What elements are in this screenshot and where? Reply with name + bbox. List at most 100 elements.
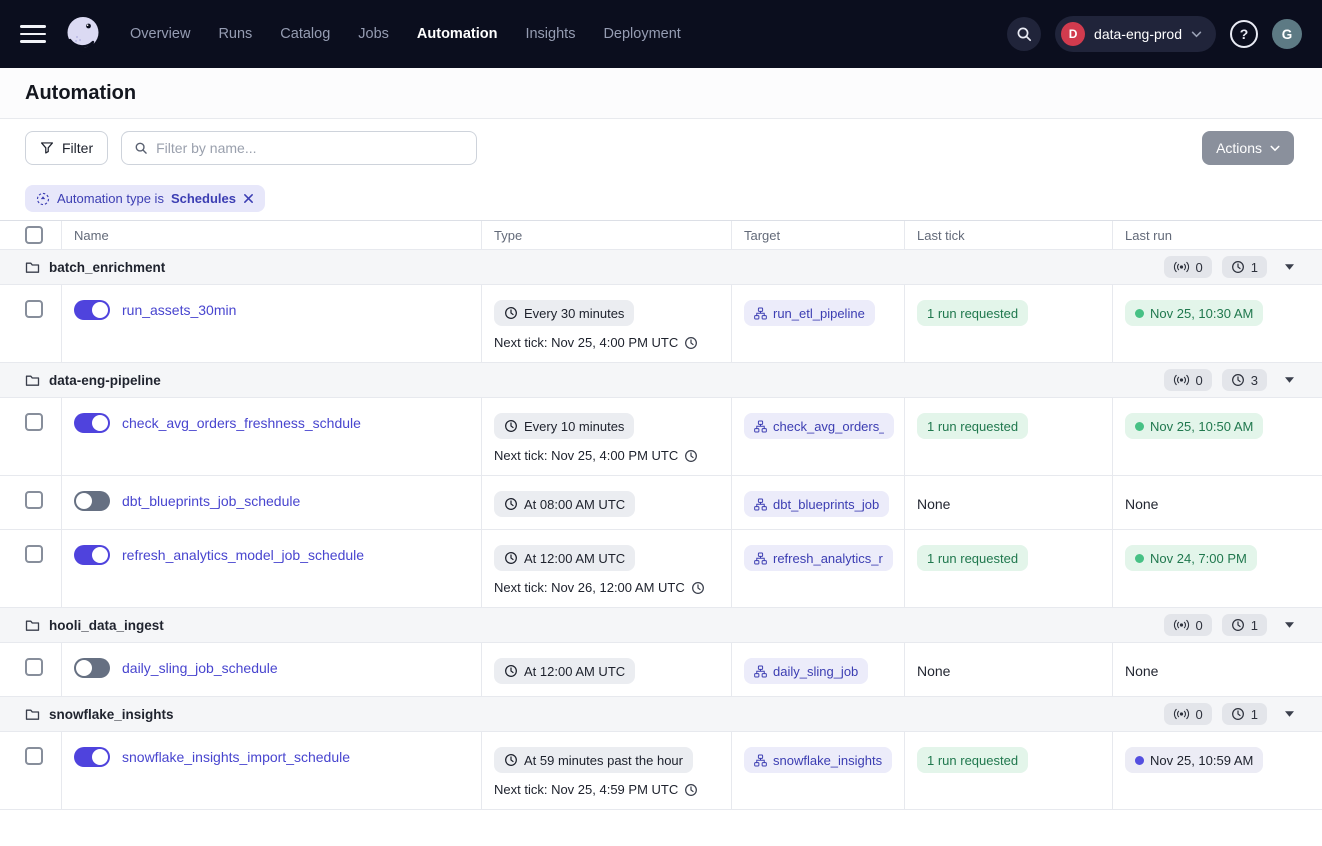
name-filter-input[interactable] (156, 140, 464, 156)
schedule-toggle[interactable] (74, 413, 110, 433)
collapse-caret-icon[interactable] (1285, 377, 1294, 383)
automation-condition-icon (36, 192, 50, 206)
user-avatar[interactable]: G (1272, 19, 1302, 49)
dagster-logo-icon[interactable] (62, 13, 104, 55)
last-run-pill[interactable]: Nov 25, 10:59 AM (1125, 747, 1263, 773)
last-tick-none: None (917, 663, 950, 679)
nav-item-overview[interactable]: Overview (130, 26, 190, 42)
nav-item-automation[interactable]: Automation (417, 26, 498, 42)
automation-type-filter-chip[interactable]: Automation type is Schedules (25, 185, 265, 212)
target-pill[interactable]: refresh_analytics_r (744, 545, 893, 571)
top-nav-right: D data-eng-prod ? G (1007, 16, 1302, 52)
group-row: snowflake_insights 0 1 (0, 697, 1322, 732)
select-all-checkbox[interactable] (25, 226, 43, 244)
nav-item-deployment[interactable]: Deployment (603, 26, 680, 42)
schedule-count-badge[interactable]: 1 (1222, 614, 1267, 636)
schedule-toggle[interactable] (74, 545, 110, 565)
automation-table-body: batch_enrichment 0 1 run_assets_30min (0, 250, 1322, 810)
target-pill[interactable]: check_avg_orders_ (744, 413, 894, 439)
last-tick-pill[interactable]: 1 run requested (917, 413, 1028, 439)
schedule-count-badge[interactable]: 1 (1222, 703, 1267, 725)
schedule-name-link[interactable]: daily_sling_job_schedule (122, 658, 278, 678)
collapse-caret-icon[interactable] (1285, 264, 1294, 270)
clock-icon (1231, 707, 1245, 721)
column-header-target: Target (731, 221, 904, 249)
schedule-interval-pill: Every 30 minutes (494, 300, 634, 326)
job-graph-icon (754, 552, 767, 565)
row-checkbox[interactable] (25, 545, 43, 563)
dagster-app: Overview Runs Catalog Jobs Automation Insight… (0, 0, 1322, 846)
schedule-name-link[interactable]: check_avg_orders_freshness_schdule (122, 413, 361, 433)
toggle-knob (76, 493, 92, 509)
last-run-pill[interactable]: Nov 25, 10:50 AM (1125, 413, 1263, 439)
nav-item-runs[interactable]: Runs (218, 26, 252, 42)
target-pill[interactable]: daily_sling_job (744, 658, 868, 684)
schedule-count-badge[interactable]: 3 (1222, 369, 1267, 391)
sensor-icon (1173, 708, 1190, 720)
clock-icon (1231, 618, 1245, 632)
question-icon: ? (1240, 26, 1249, 42)
last-run-pill[interactable]: Nov 25, 10:30 AM (1125, 300, 1263, 326)
sensor-count-badge[interactable]: 0 (1164, 703, 1212, 725)
nav-item-catalog[interactable]: Catalog (280, 26, 330, 42)
sensor-icon (1173, 261, 1190, 273)
target-pill[interactable]: run_etl_pipeline (744, 300, 875, 326)
row-checkbox[interactable] (25, 300, 43, 318)
filter-button[interactable]: Filter (25, 131, 108, 165)
collapse-caret-icon[interactable] (1285, 622, 1294, 628)
sensor-count-badge[interactable]: 0 (1164, 614, 1212, 636)
schedule-toggle[interactable] (74, 491, 110, 511)
row-checkbox[interactable] (25, 747, 43, 765)
last-run-pill[interactable]: Nov 24, 7:00 PM (1125, 545, 1257, 571)
funnel-icon (40, 141, 54, 155)
schedule-row: dbt_blueprints_job_schedule At 08:00 AM … (0, 476, 1322, 530)
nav-item-jobs[interactable]: Jobs (358, 26, 389, 42)
toggle-knob (76, 660, 92, 676)
group-row: data-eng-pipeline 0 3 (0, 363, 1322, 398)
target-pill[interactable]: snowflake_insights (744, 747, 892, 773)
deployment-switcher[interactable]: D data-eng-prod (1055, 16, 1216, 52)
last-tick-pill[interactable]: 1 run requested (917, 747, 1028, 773)
toggle-knob (92, 302, 108, 318)
schedule-toggle[interactable] (74, 658, 110, 678)
column-header-last-run: Last run (1112, 221, 1322, 249)
schedule-count-badge[interactable]: 1 (1222, 256, 1267, 278)
clock-icon (504, 306, 518, 320)
nav-item-insights[interactable]: Insights (525, 26, 575, 42)
row-checkbox[interactable] (25, 491, 43, 509)
clock-icon (504, 753, 518, 767)
schedule-name-link[interactable]: dbt_blueprints_job_schedule (122, 491, 300, 511)
schedule-name-link[interactable]: snowflake_insights_import_schedule (122, 747, 350, 767)
row-checkbox[interactable] (25, 658, 43, 676)
actions-button[interactable]: Actions (1202, 131, 1294, 165)
schedule-name-link[interactable]: refresh_analytics_model_job_schedule (122, 545, 364, 565)
folder-icon (25, 260, 40, 275)
job-graph-icon (754, 754, 767, 767)
target-pill[interactable]: dbt_blueprints_job (744, 491, 889, 517)
help-button[interactable]: ? (1230, 20, 1258, 48)
last-tick-pill[interactable]: 1 run requested (917, 300, 1028, 326)
next-tick: Next tick: Nov 25, 4:59 PM UTC (494, 782, 731, 797)
schedule-name-link[interactable]: run_assets_30min (122, 300, 236, 320)
last-tick-pill[interactable]: 1 run requested (917, 545, 1028, 571)
search-button[interactable] (1007, 17, 1041, 51)
filter-chip-value: Schedules (171, 191, 236, 206)
toggle-knob (92, 415, 108, 431)
sensor-icon (1173, 619, 1190, 631)
clock-icon (504, 551, 518, 565)
row-checkbox[interactable] (25, 413, 43, 431)
last-run-none: None (1125, 663, 1158, 679)
hamburger-menu-icon[interactable] (20, 25, 46, 43)
clock-icon (504, 664, 518, 678)
sensor-count-badge[interactable]: 0 (1164, 256, 1212, 278)
schedule-row: run_assets_30min Every 30 minutes Next t… (0, 285, 1322, 363)
toggle-knob (92, 547, 108, 563)
toolbar: Filter Actions (0, 119, 1322, 177)
run-status-dot (1135, 309, 1144, 318)
schedule-toggle[interactable] (74, 747, 110, 767)
close-icon[interactable] (243, 193, 254, 204)
clock-icon (691, 581, 705, 595)
schedule-toggle[interactable] (74, 300, 110, 320)
sensor-count-badge[interactable]: 0 (1164, 369, 1212, 391)
collapse-caret-icon[interactable] (1285, 711, 1294, 717)
